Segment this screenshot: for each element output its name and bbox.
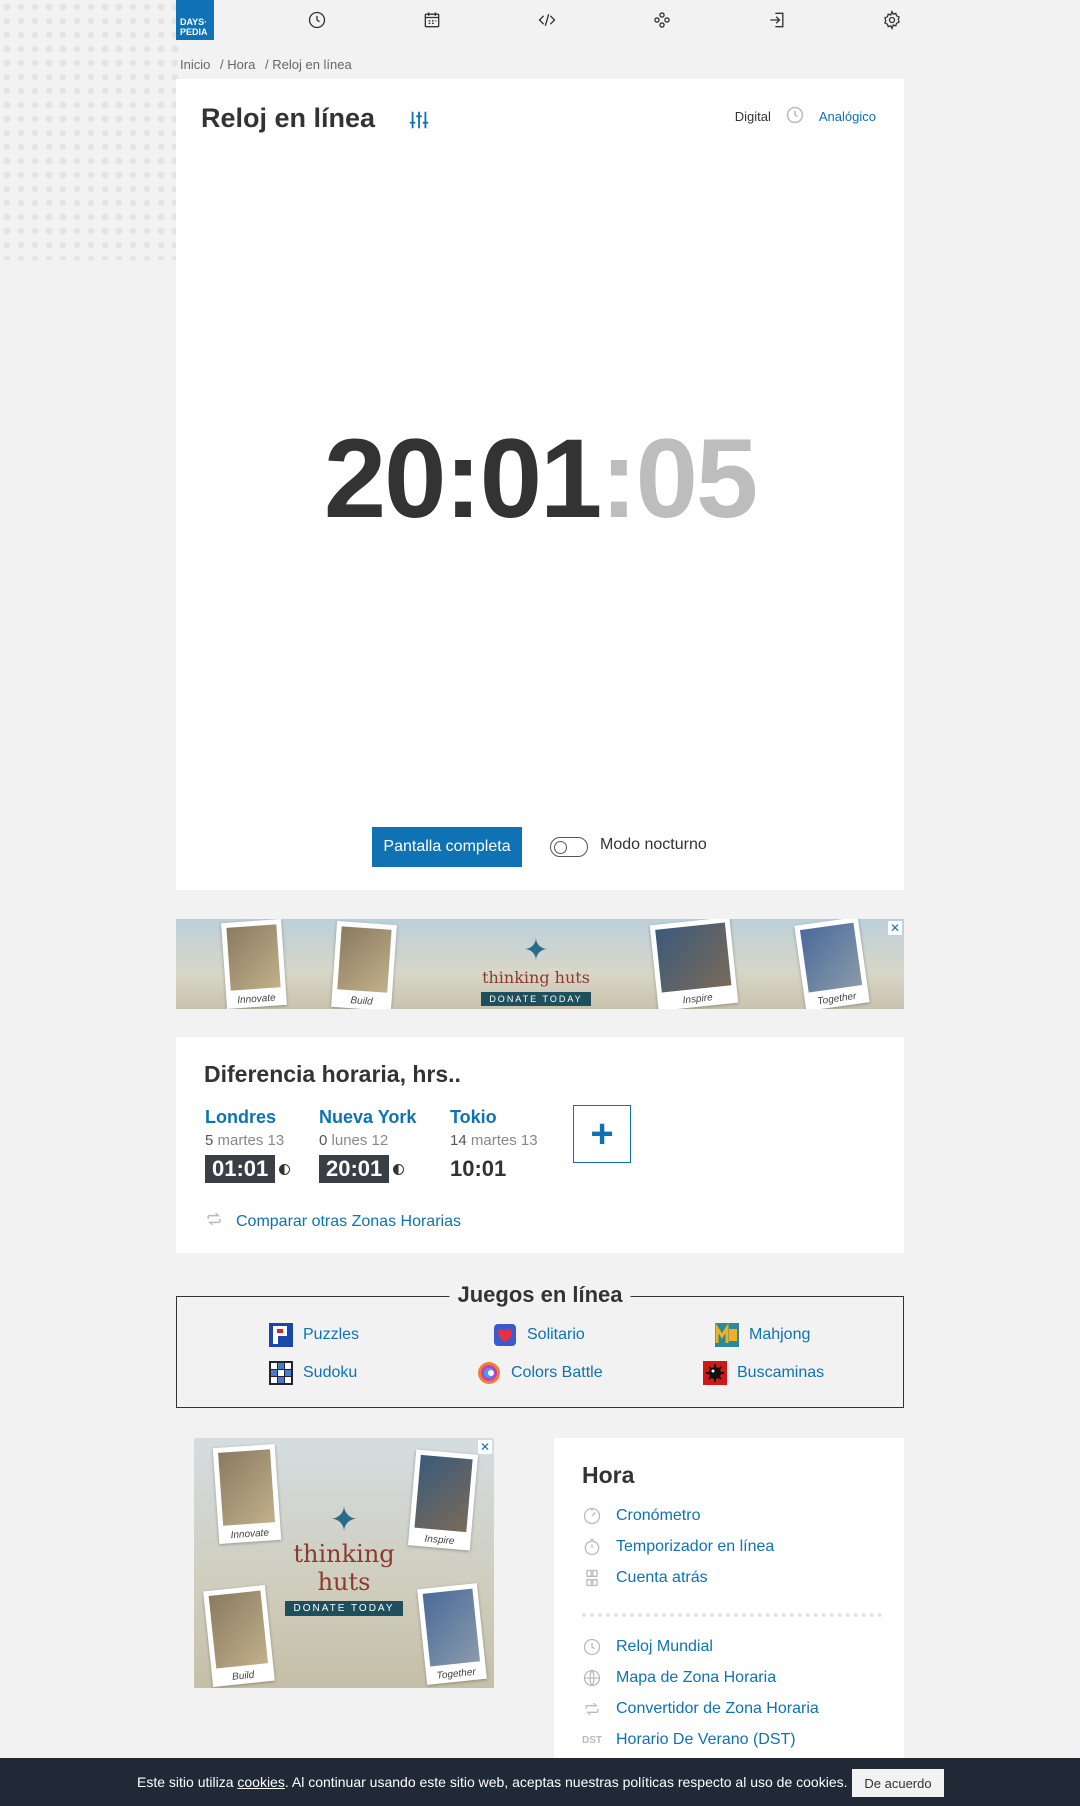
accept-cookies-button[interactable]: De acuerdo <box>852 1769 944 1797</box>
hora-title: Hora <box>582 1462 635 1488</box>
page-title: Reloj en línea <box>201 103 376 133</box>
cookie-text: Este sitio utiliza cookies. Al continuar… <box>137 1774 848 1790</box>
ad-photo: Inspire <box>649 919 739 1009</box>
link-reloj-mundial[interactable]: Reloj Mundial <box>582 1637 713 1657</box>
time-difference-title: Diferencia horaria, hrs.. <box>204 1061 461 1087</box>
time-difference-card: Diferencia horaria, hrs.. Londres 5 mart… <box>176 1037 904 1253</box>
add-city-button[interactable]: + <box>573 1105 631 1163</box>
city-name[interactable]: Nueva York <box>319 1107 416 1128</box>
link-convertidor[interactable]: Convertidor de Zona Horaria <box>582 1699 819 1719</box>
city-time: 01:01 <box>205 1155 276 1183</box>
solitaire-icon <box>494 1324 516 1346</box>
banner-ad[interactable]: Innovate Build ✦ thinking huts DONATE TO… <box>176 919 904 1009</box>
moon-icon <box>393 1163 405 1175</box>
clock-icon[interactable] <box>305 8 329 32</box>
swap-icon <box>204 1209 224 1234</box>
stopwatch-icon <box>582 1506 602 1526</box>
city-time: 10:01 <box>450 1156 507 1181</box>
background-dots <box>0 0 180 260</box>
breadcrumb-hora[interactable]: / Hora <box>220 57 255 72</box>
breadcrumb: Inicio / Hora / Reloj en línea <box>180 57 358 72</box>
gear-icon[interactable] <box>880 8 904 32</box>
city-new-york: Nueva York 0 lunes 12 20:01 <box>319 1107 417 1183</box>
game-mahjong[interactable]: Mahjong <box>715 1323 810 1347</box>
puzzles-icon <box>269 1323 293 1347</box>
breadcrumb-current: / Reloj en línea <box>265 57 352 72</box>
square-ad[interactable]: Innovate Inspire ✦ thinking huts DONATE … <box>194 1438 494 1688</box>
fullscreen-button[interactable]: Pantalla completa <box>372 827 522 867</box>
settings-sliders-icon[interactable] <box>408 109 430 136</box>
online-games-box: Juegos en línea Puzzles Solitario Mahjon… <box>176 1282 904 1408</box>
dst-icon: DST <box>582 1734 602 1746</box>
mahjong-icon <box>715 1323 739 1347</box>
calendar-icon[interactable] <box>420 8 444 32</box>
game-puzzles[interactable]: Puzzles <box>269 1323 359 1347</box>
night-mode-toggle[interactable] <box>550 837 588 857</box>
login-icon[interactable] <box>765 8 789 32</box>
mode-analog[interactable]: Analógico <box>819 109 876 124</box>
link-dst[interactable]: DST Horario De Verano (DST) <box>582 1730 796 1750</box>
clock-icon <box>582 1637 602 1657</box>
cookies-link[interactable]: cookies <box>237 1774 284 1790</box>
city-time: 20:01 <box>319 1155 390 1183</box>
city-tokyo: Tokio 14 martes 13 10:01 <box>450 1107 538 1181</box>
analog-clock-icon <box>785 105 805 128</box>
games-icon[interactable] <box>650 8 674 32</box>
timer-icon <box>582 1537 602 1557</box>
link-cuenta-atras[interactable]: Cuenta atrás <box>582 1568 708 1588</box>
ad-photo: Build <box>331 921 397 1009</box>
ad-photo: Innovate <box>221 919 287 1009</box>
ad-photo: Together <box>794 919 870 1009</box>
top-navbar: DAYS· PEDIA <box>176 0 904 40</box>
digital-clock: 20:01:05 <box>176 414 904 543</box>
city-london: Londres 5 martes 13 01:01 <box>205 1107 291 1183</box>
countdown-icon <box>582 1568 602 1588</box>
link-mapa-zona-horaria[interactable]: Mapa de Zona Horaria <box>582 1668 776 1688</box>
city-name[interactable]: Tokio <box>450 1107 538 1128</box>
clock-card: Reloj en línea Digital Analógico 20:01:0… <box>176 79 904 890</box>
moon-icon <box>279 1163 291 1175</box>
game-buscaminas[interactable]: Buscaminas <box>703 1361 824 1385</box>
sudoku-icon <box>269 1361 293 1385</box>
ad-logo: ✦ thinking huts DONATE TODAY <box>481 933 591 1006</box>
clock-hours-minutes: 20:01 <box>323 416 602 541</box>
city-name[interactable]: Londres <box>205 1107 290 1128</box>
clock-mode-switch: Digital Analógico <box>735 105 876 128</box>
compare-timezones-link[interactable]: Comparar otras Zonas Horarias <box>204 1209 461 1234</box>
code-icon[interactable] <box>535 8 559 32</box>
link-cronometro[interactable]: Cronómetro <box>582 1506 700 1526</box>
globe-icon <box>582 1668 602 1688</box>
cookie-banner: Este sitio utiliza cookies. Al continuar… <box>0 1758 1080 1806</box>
link-temporizador[interactable]: Temporizador en línea <box>582 1537 774 1557</box>
minesweeper-icon <box>703 1361 727 1385</box>
games-title: Juegos en línea <box>449 1282 631 1308</box>
game-solitario[interactable]: Solitario <box>493 1323 585 1347</box>
mode-digital[interactable]: Digital <box>735 109 771 124</box>
night-mode-label: Modo nocturno <box>600 836 707 853</box>
dayspedia-logo[interactable]: DAYS· PEDIA <box>176 0 214 40</box>
breadcrumb-home[interactable]: Inicio <box>180 57 210 72</box>
hora-links-card: Hora Cronómetro Temporizador en línea Cu… <box>554 1438 904 1768</box>
ad-photo: Together <box>417 1583 487 1685</box>
clock-seconds: :05 <box>600 416 758 541</box>
divider <box>582 1613 882 1617</box>
ad-close-icon[interactable]: ✕ <box>478 1440 492 1454</box>
swap-icon <box>582 1699 602 1719</box>
ad-photo: Build <box>203 1585 275 1687</box>
game-colors-battle[interactable]: Colors Battle <box>477 1361 603 1385</box>
ad-logo: ✦ thinking huts DONATE TODAY <box>264 1500 424 1616</box>
game-sudoku[interactable]: Sudoku <box>269 1361 357 1385</box>
ad-close-icon[interactable]: ✕ <box>888 921 902 935</box>
colors-battle-icon <box>478 1362 500 1384</box>
